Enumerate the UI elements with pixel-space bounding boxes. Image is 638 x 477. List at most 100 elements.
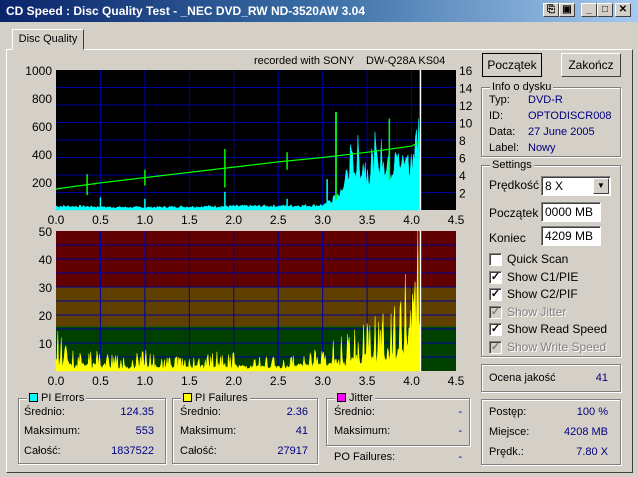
checkbox-show-c1-pie[interactable]: ✓ <box>489 270 502 284</box>
progress-value: 100 % <box>576 406 608 418</box>
pi-errors-total: 1837522 <box>111 445 154 457</box>
x-tick-label: 3.5 <box>359 213 376 227</box>
position-value: 4208 MB <box>563 426 608 438</box>
checkbox-label: Show Write Speed <box>507 339 607 354</box>
checkbox-show-read-speed[interactable]: ✓ <box>489 323 502 336</box>
close-icon[interactable]: ✕ <box>615 3 631 17</box>
quality-band <box>56 287 456 327</box>
x-tick-label: 2.5 <box>270 213 287 227</box>
pi-errors-max-label: Maksimum: <box>24 425 81 437</box>
jitter-avg-label: Średnio: <box>334 406 375 418</box>
pi-failures-color-swatch <box>183 393 192 402</box>
start-mb-label: Początek <box>489 206 539 220</box>
charts-area: 1000 800 600 400 200 16 14 12 10 8 6 4 2 0.0 0.5 1.0 1.5… <box>25 64 473 388</box>
po-failures-label: PO Failures: <box>334 451 396 463</box>
quality-score: 41 <box>595 372 608 384</box>
x-tick-label: 0.5 <box>92 213 109 227</box>
chevron-down-icon[interactable]: ▼ <box>593 178 609 194</box>
y-tick-label: 600 <box>32 120 52 134</box>
current-speed-value: 7.80 X <box>576 446 608 458</box>
pi-errors-avg-label: Średnio: <box>24 406 65 418</box>
minimize-icon[interactable]: _ <box>581 3 597 17</box>
disc-label-label: Label: <box>489 142 519 154</box>
settings-title: Settings <box>490 159 534 171</box>
start-button[interactable]: Początek <box>482 53 542 77</box>
disc-label: Nowy <box>528 142 556 154</box>
jitter-color-swatch <box>337 393 346 402</box>
pi-failures-avg: 2.36 <box>286 406 308 418</box>
checkbox-show-write-speed: ✓ <box>489 340 502 354</box>
exit-button[interactable]: Zakończ <box>561 53 621 77</box>
copy-icon[interactable]: ⎘ <box>543 3 559 17</box>
speed-label: Prędkość <box>489 178 540 192</box>
checkbox-show-jitter: ✓ <box>489 305 502 319</box>
y2-tick-label: 4 <box>459 169 466 183</box>
pi-errors-total-label: Całość: <box>24 445 61 457</box>
x-tick-label: 1.5 <box>181 213 198 227</box>
maximize-icon[interactable]: □ <box>597 3 613 17</box>
x-tick-label: 2.5 <box>270 374 287 388</box>
y-tick-label: 1000 <box>25 64 52 78</box>
progress-label: Postęp: <box>489 406 527 418</box>
y-tick-label: 800 <box>32 92 52 106</box>
x-tick-label: 3.0 <box>314 213 331 227</box>
x-tick-label: 4.5 <box>448 213 465 227</box>
x-tick-label: 1.5 <box>181 374 198 388</box>
quality-label: Ocena jakość <box>489 372 556 384</box>
disc-id: OPTODISCR008 <box>528 110 612 122</box>
speed-select[interactable]: 8 X ▼ <box>541 176 611 196</box>
disc-type: DVD-R <box>528 94 563 106</box>
checkbox-show-c2-pif[interactable]: ✓ <box>489 288 502 301</box>
x-tick-label: 3.5 <box>359 374 376 388</box>
pi-failures-avg-label: Średnio: <box>180 406 221 418</box>
x-tick-label: 2.0 <box>225 213 242 227</box>
end-mb-input[interactable]: 4209 MB <box>541 226 601 246</box>
y-tick-label: 50 <box>39 225 53 239</box>
pi-errors-color-swatch <box>29 393 38 402</box>
x-tick-label: 1.0 <box>137 374 154 388</box>
disc-date: 27 June 2005 <box>528 126 595 138</box>
y-tick-label: 200 <box>32 176 52 190</box>
x-tick-label: 1.0 <box>137 213 154 227</box>
y2-tick-label: 2 <box>459 187 466 201</box>
disc-id-label: ID: <box>489 110 504 122</box>
x-tick-label: 0.5 <box>92 374 109 388</box>
jitter-avg: - <box>458 406 462 418</box>
checkbox-label: Show C2/PIF <box>507 287 578 301</box>
pi-errors-avg: 124.35 <box>120 406 154 418</box>
pi-failures-max-label: Maksimum: <box>180 425 237 437</box>
x-tick-label: 0.0 <box>48 374 65 388</box>
current-speed-label: Prędk.: <box>489 446 524 458</box>
jitter-title: Jitter <box>349 392 373 404</box>
checkbox-label: Show Jitter <box>507 304 567 319</box>
tab-disc-quality[interactable]: Disc Quality <box>12 29 84 50</box>
y-tick-label: 40 <box>39 253 53 267</box>
speed-value: 8 X <box>545 179 564 193</box>
y-tick-label: 10 <box>39 337 53 351</box>
po-failures-value: - <box>458 451 462 463</box>
y2-tick-label: 12 <box>459 99 473 113</box>
y2-tick-label: 10 <box>459 117 473 131</box>
y2-tick-label: 16 <box>459 64 473 78</box>
y2-tick-label: 14 <box>459 82 473 96</box>
pi-failures-total: 27917 <box>277 445 308 457</box>
y-tick-label: 400 <box>32 148 52 162</box>
end-mb-label: Koniec <box>489 231 526 245</box>
checkbox-quick-scan[interactable] <box>489 253 502 266</box>
y-tick-label: 30 <box>39 281 53 295</box>
disc-info-title: Info o dysku <box>490 81 554 93</box>
save-icon[interactable]: ▣ <box>559 3 575 17</box>
pi-errors-max: 553 <box>135 425 154 437</box>
x-tick-label: 2.0 <box>225 374 242 388</box>
y-tick-label: 20 <box>39 309 53 323</box>
checkbox-label: Show Read Speed <box>507 322 608 336</box>
y2-tick-label: 6 <box>459 152 466 166</box>
start-mb-input[interactable]: 0000 MB <box>541 202 601 222</box>
pi-failures-max: 41 <box>295 425 308 437</box>
position-label: Miejsce: <box>489 426 530 438</box>
y2-tick-label: 8 <box>459 134 466 148</box>
x-tick-label: 3.0 <box>314 374 331 388</box>
x-tick-label: 4.0 <box>403 374 420 388</box>
checkbox-label: Show C1/PIE <box>507 269 579 284</box>
disc-type-label: Typ: <box>489 94 510 106</box>
